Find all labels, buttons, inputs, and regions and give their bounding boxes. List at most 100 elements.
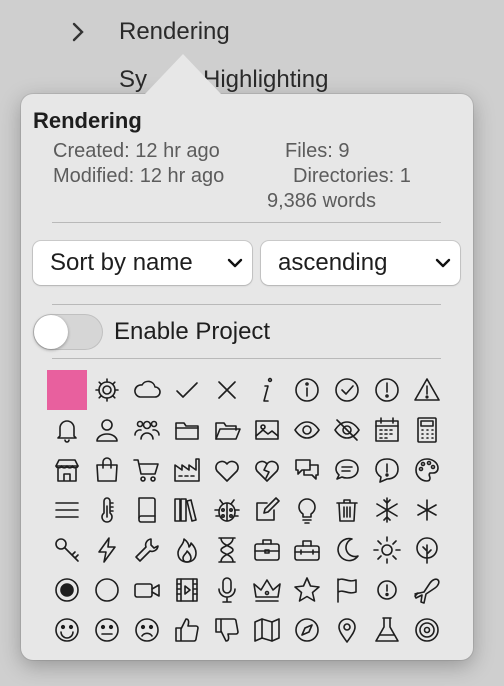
map-icon[interactable] [247, 610, 287, 650]
factory-icon[interactable] [167, 450, 207, 490]
map-icon [254, 618, 280, 642]
storefront-icon[interactable] [47, 450, 87, 490]
video-icon [134, 583, 160, 598]
key-icon [55, 538, 79, 562]
chat-lines-icon [335, 459, 359, 480]
map-pin-icon[interactable] [327, 610, 367, 650]
crown-icon[interactable] [247, 570, 287, 610]
folder-icon[interactable] [167, 410, 207, 450]
bolt-icon[interactable] [87, 530, 127, 570]
enable-project-toggle[interactable] [33, 314, 103, 350]
exclamation-small-icon [377, 580, 397, 600]
flask-icon[interactable] [367, 610, 407, 650]
thumbs-down-icon[interactable] [207, 610, 247, 650]
moon-icon[interactable] [327, 530, 367, 570]
thumbs-up-icon[interactable] [167, 610, 207, 650]
snowflake-icon[interactable] [367, 490, 407, 530]
broken-heart-icon[interactable] [247, 450, 287, 490]
outline-item-rendering[interactable]: Rendering [119, 18, 230, 46]
neutral-face-icon[interactable] [87, 610, 127, 650]
microphone-icon[interactable] [207, 570, 247, 610]
sort-by-select[interactable]: Sort by name [33, 241, 252, 285]
bell-icon[interactable] [47, 410, 87, 450]
compass-icon [295, 618, 319, 642]
divider [52, 358, 441, 359]
exclamation-circle-icon [375, 378, 399, 402]
checkmark-icon[interactable] [167, 370, 207, 410]
toolbox-icon[interactable] [287, 530, 327, 570]
person-icon [96, 419, 118, 442]
xmark-icon[interactable] [207, 370, 247, 410]
chat-bubbles-icon[interactable] [287, 450, 327, 490]
key-icon[interactable] [47, 530, 87, 570]
lightbulb-icon[interactable] [287, 490, 327, 530]
thermometer-icon[interactable] [87, 490, 127, 530]
directory-count: Directories: 1 [293, 165, 411, 187]
people-icon[interactable] [127, 410, 167, 450]
exclamation-small-icon[interactable] [367, 570, 407, 610]
shopping-bag-icon[interactable] [87, 450, 127, 490]
compass-icon[interactable] [287, 610, 327, 650]
frown-icon[interactable] [127, 610, 167, 650]
airplane-icon[interactable] [407, 570, 447, 610]
asterisk-icon[interactable] [407, 490, 447, 530]
eye-icon[interactable] [287, 410, 327, 450]
record-disc-icon[interactable] [407, 610, 447, 650]
warning-triangle-icon[interactable] [407, 370, 447, 410]
book-icon[interactable] [127, 490, 167, 530]
open-folder-icon[interactable] [207, 410, 247, 450]
calculator-icon [417, 417, 437, 443]
circle-icon[interactable] [87, 570, 127, 610]
sort-order-select[interactable]: ascending [261, 241, 460, 285]
sun-icon[interactable] [367, 530, 407, 570]
compose-icon[interactable] [247, 490, 287, 530]
color-swatch[interactable] [47, 370, 87, 410]
file-count: Files: 9 [285, 140, 350, 162]
cart-icon[interactable] [127, 450, 167, 490]
cloud-icon[interactable] [127, 370, 167, 410]
modified-date: Modified: 12 hr ago [53, 165, 225, 187]
info-circle-icon [295, 378, 319, 402]
briefcase-icon [254, 539, 280, 561]
compose-icon [256, 497, 280, 521]
info-circle-icon[interactable] [287, 370, 327, 410]
exclamation-circle-icon[interactable] [367, 370, 407, 410]
trash-icon[interactable] [327, 490, 367, 530]
eye-slash-icon [334, 419, 360, 441]
ladybug-icon [214, 499, 240, 522]
hourglass-icon[interactable] [207, 530, 247, 570]
heart-icon[interactable] [207, 450, 247, 490]
chevron-down-icon [435, 258, 451, 268]
exclamation-bubble-icon[interactable] [367, 450, 407, 490]
italic-info-icon[interactable] [247, 370, 287, 410]
palette-icon[interactable] [407, 450, 447, 490]
airplane-icon [414, 578, 440, 604]
film-icon[interactable] [167, 570, 207, 610]
video-icon[interactable] [127, 570, 167, 610]
record-circle-icon[interactable] [47, 570, 87, 610]
calendar-icon[interactable] [367, 410, 407, 450]
briefcase-icon[interactable] [247, 530, 287, 570]
xmark-icon [218, 381, 236, 399]
wrench-icon[interactable] [127, 530, 167, 570]
flame-icon[interactable] [167, 530, 207, 570]
smiley-icon[interactable] [47, 610, 87, 650]
calculator-icon[interactable] [407, 410, 447, 450]
selected-color [47, 370, 87, 410]
tree-icon[interactable] [407, 530, 447, 570]
disclosure-chevron[interactable] [70, 20, 86, 51]
check-circle-icon[interactable] [327, 370, 367, 410]
lines-icon[interactable] [47, 490, 87, 530]
eye-icon [294, 421, 320, 439]
star-icon[interactable] [287, 570, 327, 610]
ladybug-icon[interactable] [207, 490, 247, 530]
flag-icon[interactable] [327, 570, 367, 610]
gear-icon[interactable] [87, 370, 127, 410]
person-icon[interactable] [87, 410, 127, 450]
books-icon[interactable] [167, 490, 207, 530]
chat-lines-icon[interactable] [327, 450, 367, 490]
photo-icon[interactable] [247, 410, 287, 450]
eye-slash-icon[interactable] [327, 410, 367, 450]
created-date: Created: 12 hr ago [53, 140, 220, 162]
books-icon [174, 498, 197, 522]
